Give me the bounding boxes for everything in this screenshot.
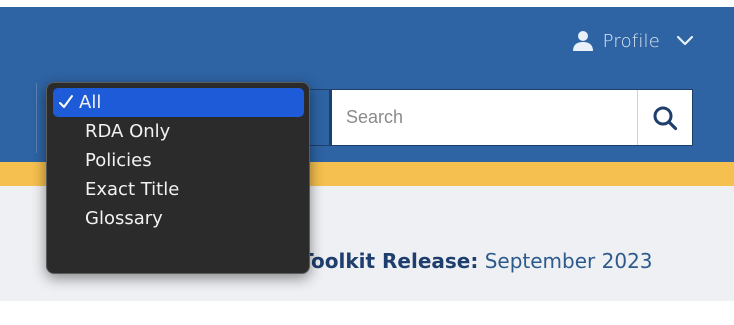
dropdown-option-policies[interactable]: Policies [53, 146, 304, 175]
dropdown-option-label: Glossary [85, 208, 163, 229]
dropdown-option-all[interactable]: All [53, 88, 304, 117]
person-icon [572, 31, 593, 51]
dropdown-option-label: All [79, 92, 102, 113]
dropdown-option-label: Policies [85, 150, 152, 171]
header-divider [36, 83, 37, 153]
profile-menu[interactable]: Profile [572, 28, 694, 54]
toolkit-release: Toolkit Release: September 2023 [300, 249, 653, 273]
search-button[interactable] [637, 90, 692, 145]
search-input[interactable] [332, 90, 638, 145]
magnifier-icon [653, 106, 678, 130]
search-scope-dropdown: All RDA Only Policies Exact Title Glossa… [46, 82, 310, 274]
checkmark-icon [59, 95, 73, 108]
dropdown-option-rda-only[interactable]: RDA Only [53, 117, 304, 146]
dropdown-option-label: Exact Title [85, 179, 180, 200]
release-value: September 2023 [484, 249, 653, 273]
dropdown-option-exact-title[interactable]: Exact Title [53, 175, 304, 204]
dropdown-option-glossary[interactable]: Glossary [53, 204, 304, 233]
search-box [331, 89, 693, 146]
dropdown-option-label: RDA Only [85, 121, 171, 142]
profile-label: Profile [602, 30, 660, 52]
release-label: Toolkit Release: [300, 249, 479, 273]
chevron-down-icon [676, 35, 694, 46]
